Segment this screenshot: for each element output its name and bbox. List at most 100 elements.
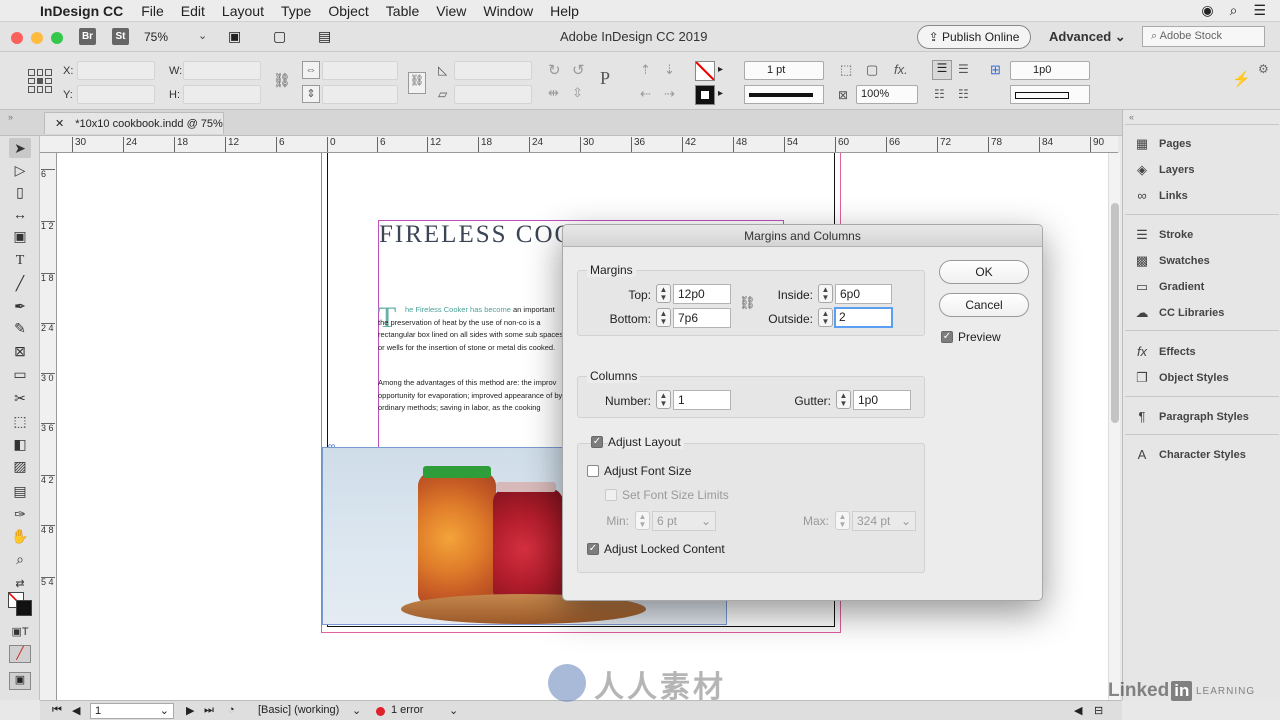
zoom-tool-icon[interactable]: ⌕ [9,549,31,569]
set-font-size-limits-checkbox[interactable] [605,489,617,501]
panel-menu-icon[interactable]: ⚙ [1258,62,1269,76]
panel-pages[interactable]: ▦ Pages [1133,136,1192,152]
chevron-down-icon[interactable]: ⌄ [449,704,458,717]
scroll-thumb[interactable] [1111,203,1119,423]
chevron-down-icon[interactable]: ⌄ [352,704,361,717]
x-field[interactable] [77,61,155,80]
panel-layers[interactable]: ◈ Layers [1133,162,1194,178]
menu-table[interactable]: Table [386,3,419,19]
type-tool-icon[interactable]: T [9,251,31,271]
panel-stroke[interactable]: ☰ Stroke [1133,227,1193,243]
free-transform-tool-icon[interactable]: ⬚ [9,411,31,431]
panel-effects[interactable]: fx Effects [1133,344,1196,360]
max-stepper[interactable]: ▲ ▼ [835,511,850,530]
fill-menu-icon[interactable]: ▸ [718,64,723,75]
page-tool-icon[interactable]: ▯ [9,182,31,202]
panel-character-styles[interactable]: A Character Styles [1133,447,1246,463]
body-paragraph-1[interactable]: he Fireless Cooker has become an importa… [378,304,564,366]
fill-swatch[interactable] [695,61,715,81]
spotlight-search-icon[interactable]: ⌕ [1230,2,1238,19]
constrain-proportions-icon[interactable]: ⛓ [273,72,291,89]
panel-gradient[interactable]: ▭ Gradient [1133,279,1204,295]
top-margin-field[interactable]: 12p0 [673,284,731,304]
close-window-button[interactable] [11,32,23,44]
inside-stepper[interactable]: ▲ ▼ [818,284,833,303]
menu-layout[interactable]: Layout [222,3,264,19]
outside-stepper[interactable]: ▲ ▼ [818,308,833,327]
menu-window[interactable]: Window [483,3,533,19]
list-menu-icon[interactable]: ☰ [1253,2,1266,19]
document-tab[interactable]: ✕ *10x10 cookbook.indd @ 75% [44,112,224,134]
next-page-icon[interactable]: ▶ [186,704,194,717]
scale-y-field[interactable] [322,85,398,104]
first-page-icon[interactable]: ⏮ [52,704,62,717]
rectangle-tool-icon[interactable]: ▭ [9,364,31,384]
rectangle-frame-tool-icon[interactable]: ⊠ [9,341,31,361]
align-left-icon[interactable]: ☰ [932,60,952,80]
select-container-icon[interactable]: ⇡ [640,62,651,78]
menu-type[interactable]: Type [281,3,311,19]
text-wrap-icon[interactable]: ⬚ [840,62,852,78]
zoom-window-button[interactable] [51,32,63,44]
collapse-icon[interactable]: » [8,112,13,122]
menu-view[interactable]: View [436,3,466,19]
panel-object-styles[interactable]: ❐ Object Styles [1133,370,1229,386]
panel-swatches[interactable]: ▩ Swatches [1133,253,1210,269]
constrain-scale-icon[interactable]: ⛓ [408,72,426,94]
min-stepper[interactable]: ▲ ▼ [635,511,650,530]
select-previous-icon[interactable]: ⇠ [640,86,651,102]
effects-fx-icon[interactable]: fx. [894,62,908,77]
minimize-window-button[interactable] [31,32,43,44]
number-stepper[interactable]: ▲ ▼ [656,390,671,409]
eyedropper-tool-icon[interactable]: ✑ [9,504,31,524]
adobe-stock-search[interactable]: ⌕ Adobe Stock [1142,26,1265,47]
panel-cc-libraries[interactable]: ☁ CC Libraries [1133,305,1225,321]
top-stepper[interactable]: ▲ ▼ [656,284,671,303]
close-tab-icon[interactable]: ✕ [55,118,67,130]
content-collector-icon[interactable]: ▣ [9,226,31,246]
publish-online-button[interactable]: ⇪ Publish Online [917,25,1031,49]
hand-tool-icon[interactable]: ✋ [9,526,31,546]
panel-links[interactable]: ∞ Links [1133,188,1187,204]
stroke-swatch[interactable] [695,85,715,105]
h-field[interactable] [183,85,261,104]
menu-object[interactable]: Object [328,3,368,19]
adjust-layout-checkbox[interactable]: ✓ [591,436,603,448]
distribute-icon[interactable]: ☷ [934,87,945,101]
auto-fit-icon[interactable]: ⊞ [990,62,1001,78]
zoom-dropdown-icon[interactable]: ⌄ [198,29,207,42]
preflight-profile[interactable]: [Basic] (working) [258,704,339,716]
inside-margin-field[interactable]: 6p0 [835,284,892,304]
expand-panels-icon[interactable]: « [1129,112,1134,122]
screen-mode-icon[interactable]: ▢ [273,28,286,45]
align-center-icon[interactable]: ☰ [958,62,969,76]
stroke-type-dropdown[interactable] [744,85,824,104]
outside-margin-field[interactable]: 2 [834,307,893,328]
pen-tool-icon[interactable]: ✒ [9,296,31,316]
bottom-stepper[interactable]: ▲ ▼ [656,308,671,327]
line-tool-icon[interactable]: ╱ [9,273,31,293]
gap-field[interactable]: 1p0 [1010,61,1090,80]
body-paragraph-2[interactable]: Among the advantages of this method are:… [378,377,564,415]
select-next-icon[interactable]: ⇢ [664,86,675,102]
select-content-icon[interactable]: ⇣ [664,62,675,78]
app-menu[interactable]: InDesign CC [40,3,123,19]
vertical-scrollbar[interactable] [1108,153,1120,700]
menu-file[interactable]: File [141,3,164,19]
y-field[interactable] [77,85,155,104]
gradient-feather-tool-icon[interactable]: ▨ [9,456,31,476]
ok-button[interactable]: OK [939,260,1029,284]
previous-page-icon[interactable]: ◀ [72,704,80,717]
scroll-left-icon[interactable]: ◀ [1074,704,1082,717]
document-heading[interactable]: FIRELESS COO [379,221,565,249]
rotate-ccw-icon[interactable]: ↺ [572,61,585,79]
column-number-field[interactable]: 1 [673,390,731,410]
scale-x-field[interactable] [322,61,398,80]
link-margins-icon[interactable]: ⛓ [739,295,756,311]
distribute-spacing-icon[interactable]: ☷ [958,87,969,101]
workspace-switcher[interactable]: Advanced ⌄ [1049,29,1126,45]
gap-tool-icon[interactable]: ↔ [9,204,31,224]
stroke-menu-icon[interactable]: ▸ [718,88,723,99]
zoom-level[interactable]: 75% [144,30,168,44]
adjust-locked-content-checkbox[interactable]: ✓ [587,543,599,555]
